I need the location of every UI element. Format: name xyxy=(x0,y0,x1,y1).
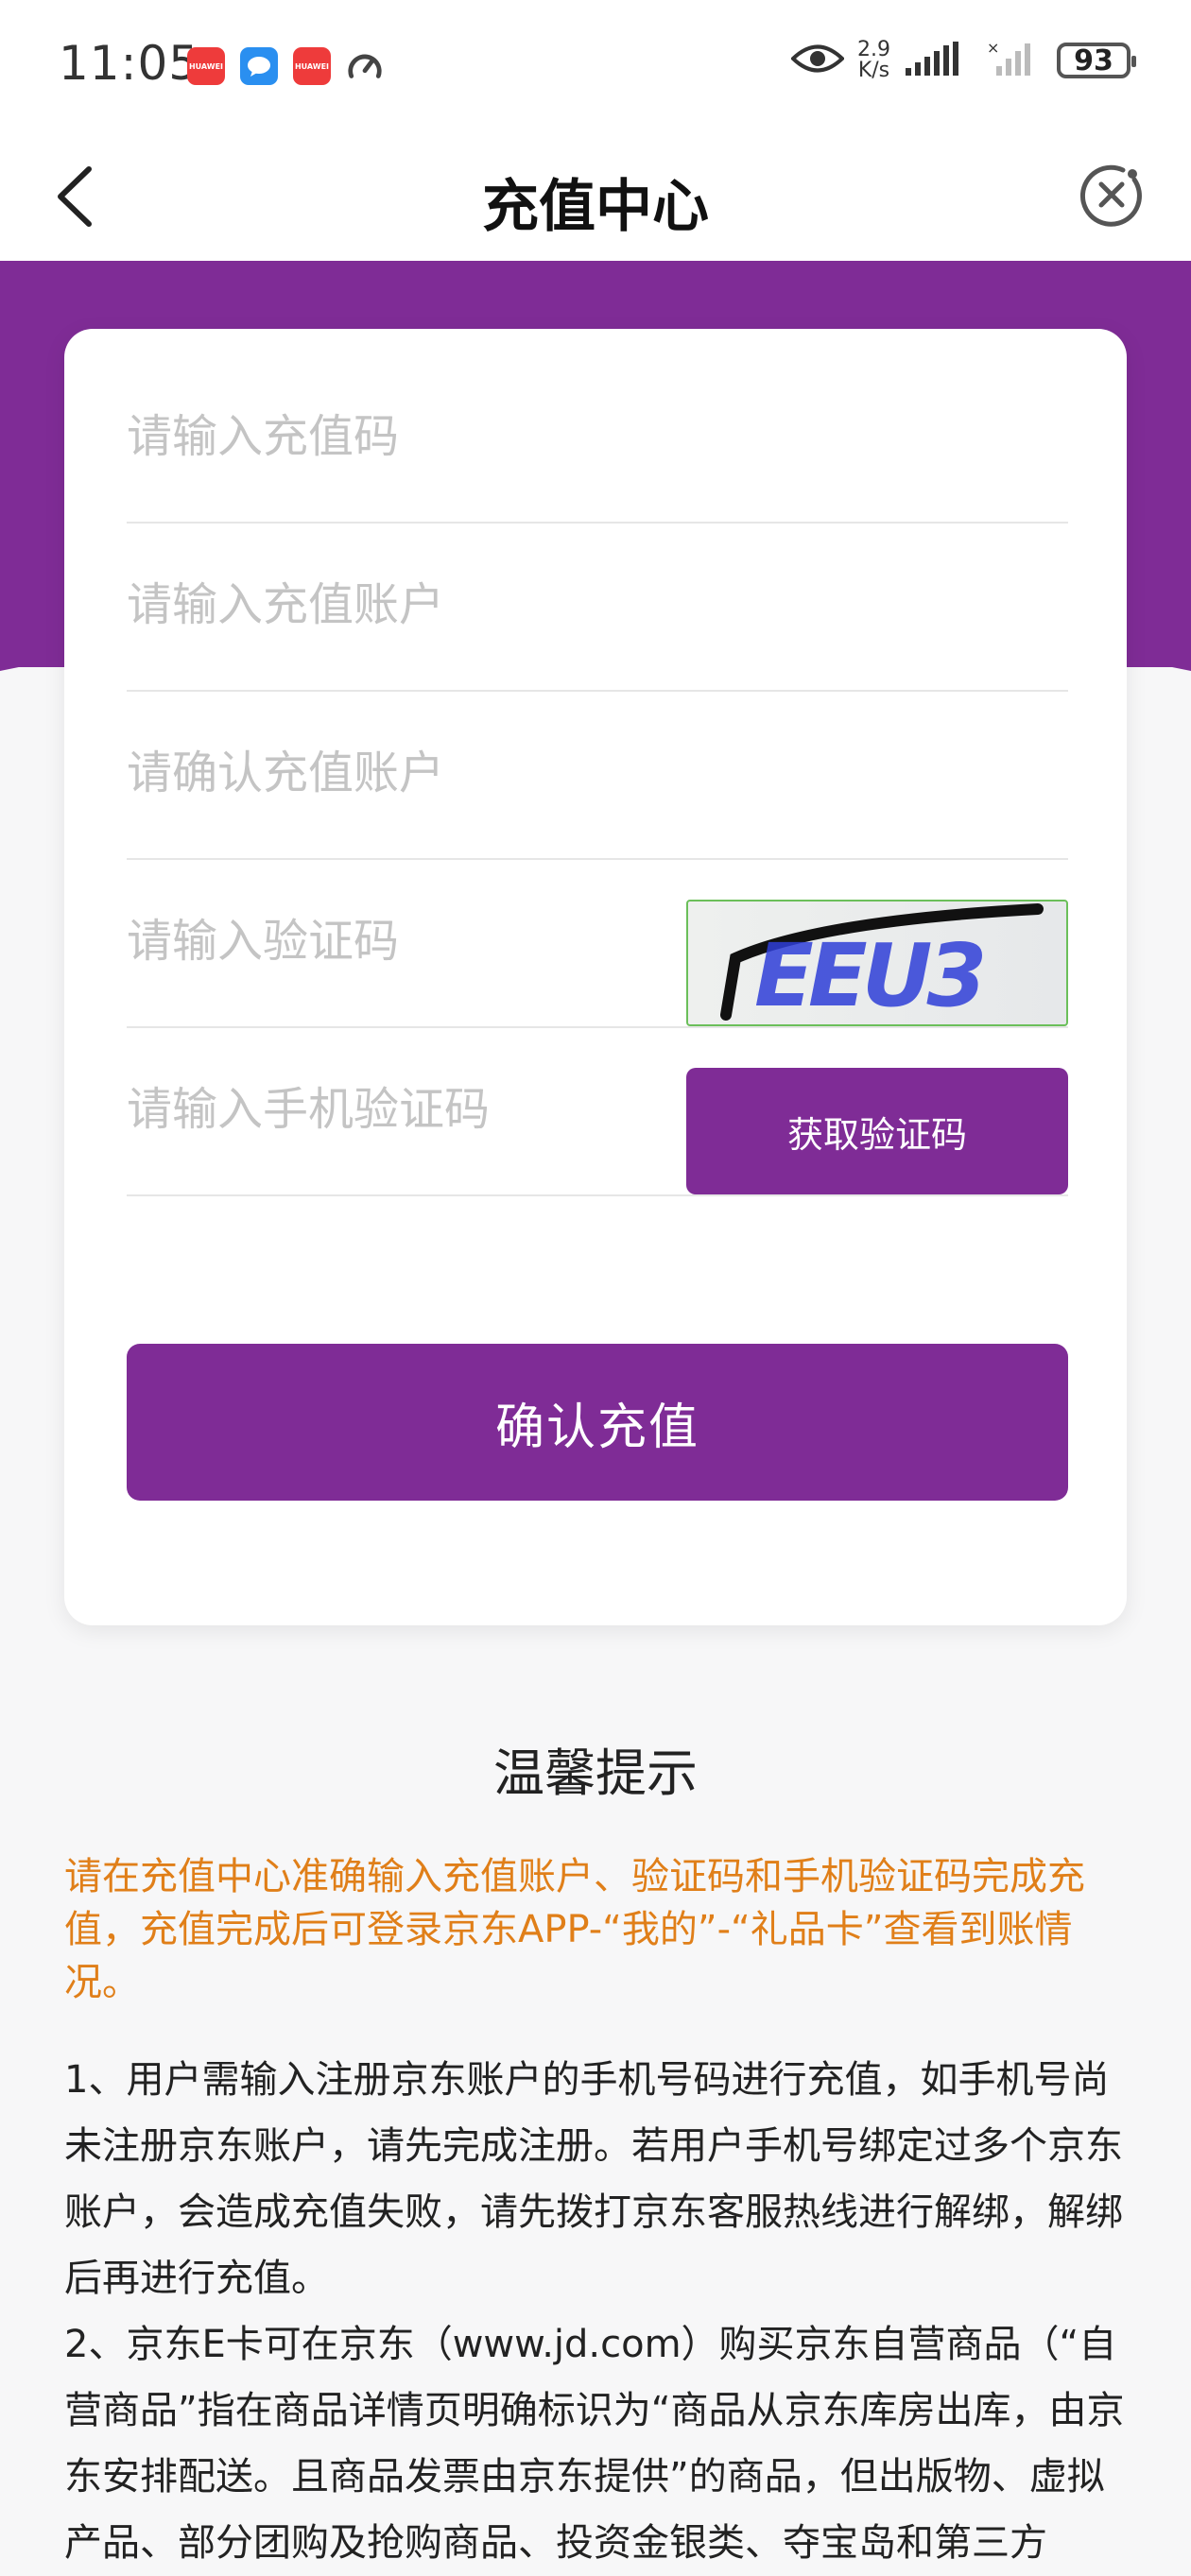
battery-icon: 93 xyxy=(1057,43,1136,78)
recharge-code-input[interactable] xyxy=(127,353,1068,520)
tips-list: 1、用户需输入注册京东账户的手机号码进行充值，如手机号尚未注册京东账户，请先完成… xyxy=(64,2047,1127,2576)
status-time: 11:05 xyxy=(59,36,200,91)
account-field xyxy=(127,522,1068,692)
captcha-field: EEU3 xyxy=(127,858,1068,1028)
huawei-app-icon: HUAWEI xyxy=(187,47,225,85)
get-code-label: 获取验证码 xyxy=(786,1113,967,1156)
signal-icon xyxy=(904,40,974,81)
eye-icon xyxy=(790,43,845,78)
tips-highlight: 请在充值中心准确输入充值账户、验证码和手机验证码完成充值，充值完成后可登录京东A… xyxy=(64,1855,1085,2004)
tip-item: 2、京东E卡可在京东（www.jd.com）购买京东自营商品（“自营商品”指在商… xyxy=(64,2323,1125,2565)
captcha-graphic: EEU3 xyxy=(720,903,1044,1024)
confirm-recharge-button[interactable]: 确认充值 xyxy=(127,1344,1068,1501)
confirm-account-field xyxy=(127,690,1068,860)
svg-text:×: × xyxy=(987,40,999,57)
get-code-button[interactable]: 获取验证码 xyxy=(686,1068,1068,1194)
captcha-image[interactable]: EEU3 xyxy=(686,900,1068,1026)
sms-code-field: 获取验证码 xyxy=(127,1026,1068,1196)
status-right-cluster: 2.9 K/s × 93 xyxy=(790,38,1136,82)
sms-code-input[interactable] xyxy=(127,1026,656,1193)
confirm-account-input[interactable] xyxy=(127,690,1068,856)
captcha-input[interactable] xyxy=(127,858,656,1024)
net-speed: 2.9 K/s xyxy=(857,38,890,82)
tips-title: 温馨提示 xyxy=(493,1743,698,1803)
close-button[interactable] xyxy=(1078,161,1146,229)
account-input[interactable] xyxy=(127,522,1068,688)
recharge-code-field xyxy=(127,353,1068,524)
page-title: 充值中心 xyxy=(482,174,709,240)
nav-bar: 充值中心 xyxy=(0,132,1191,261)
recharge-form-card: EEU3 获取验证码 确认充值 xyxy=(64,329,1127,1625)
speed-gauge-icon xyxy=(346,47,384,85)
confirm-recharge-label: 确认充值 xyxy=(494,1399,699,1456)
tip-item: 1、用户需输入注册京东账户的手机号码进行充值，如手机号尚未注册京东账户，请先完成… xyxy=(64,2058,1123,2300)
captcha-text: EEU3 xyxy=(754,925,982,1024)
status-app-icons: HUAWEI HUAWEI xyxy=(187,47,384,85)
signal-2-icon: × xyxy=(987,39,1044,81)
message-app-icon xyxy=(240,47,278,85)
huawei-app-icon-2: HUAWEI xyxy=(293,47,331,85)
close-circle-icon xyxy=(1079,164,1142,227)
status-bar: 11:05 HUAWEI HUAWEI 2.9 K/s × 93 xyxy=(0,0,1191,132)
